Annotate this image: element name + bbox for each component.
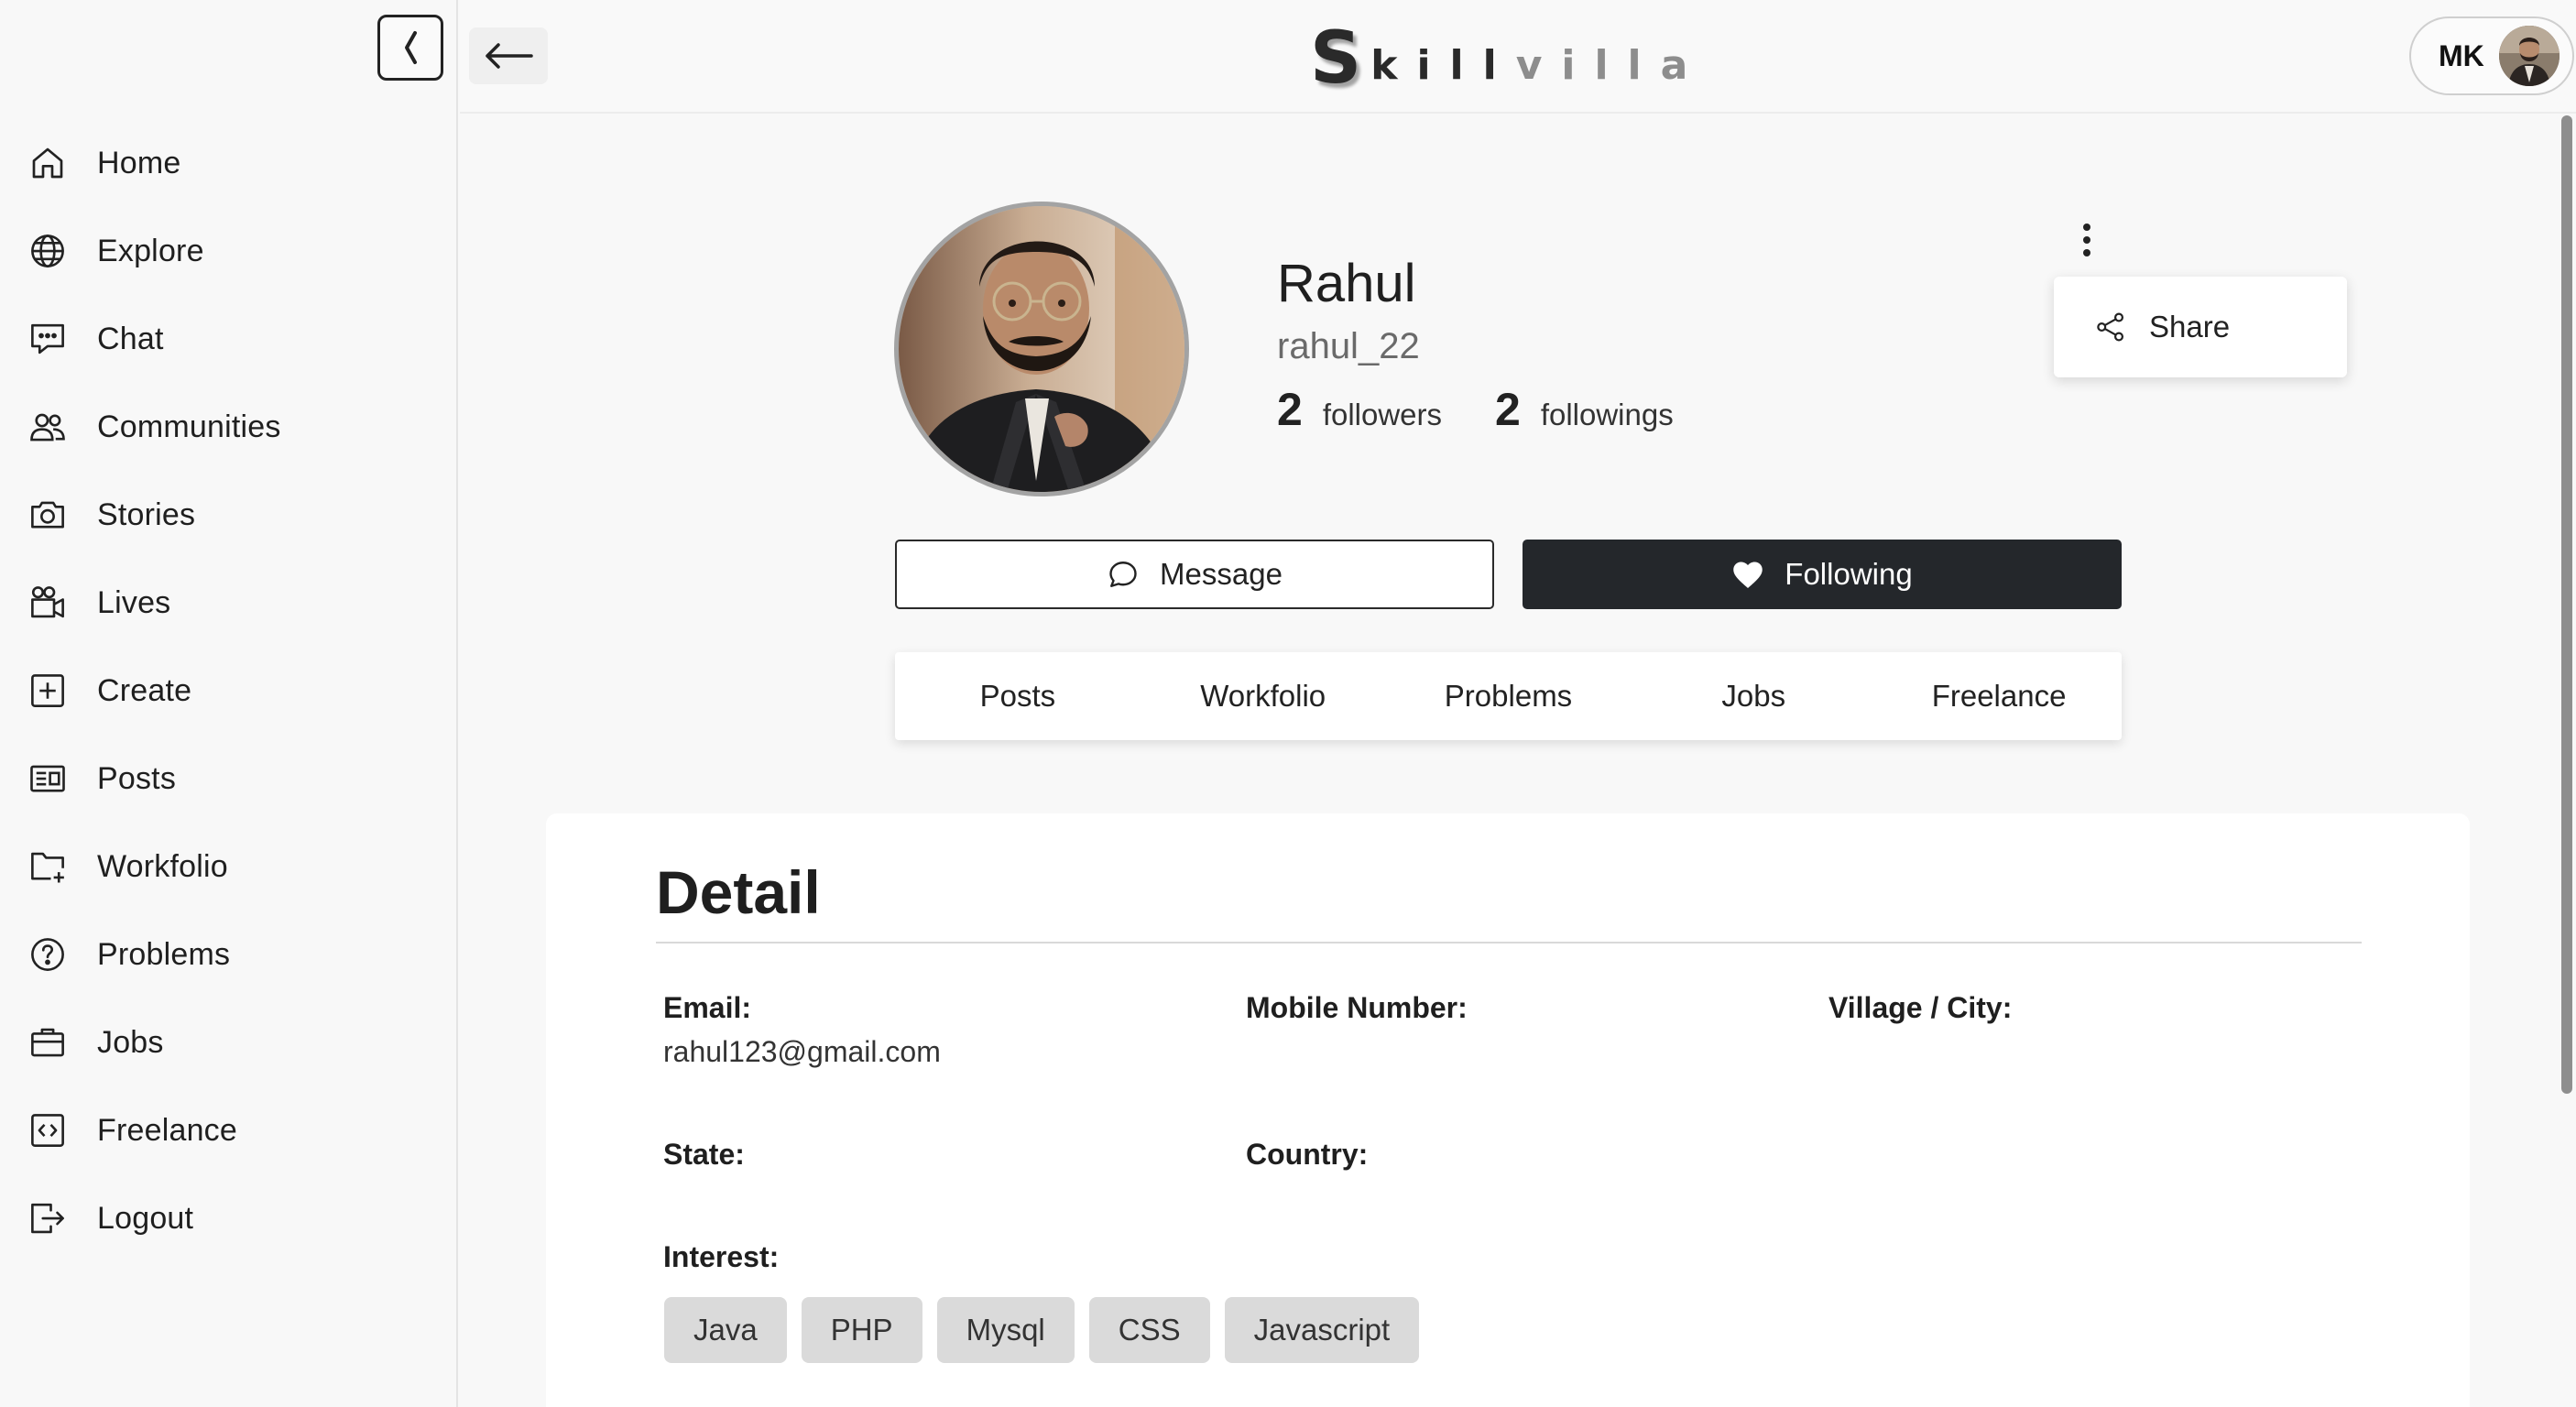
sidebar-item-label: Explore: [97, 233, 204, 268]
sidebar-item-label: Logout: [97, 1200, 194, 1236]
chat-bubble-icon: [1107, 558, 1140, 591]
users-icon: [26, 405, 70, 449]
camera-icon: [26, 493, 70, 537]
question-circle-icon: [26, 933, 70, 976]
sidebar-item-label: Workfolio: [97, 848, 228, 884]
following-button[interactable]: Following: [1523, 540, 2122, 609]
sidebar-item-label: Lives: [97, 584, 171, 620]
followings-count: 2: [1495, 384, 1521, 435]
mobile-label: Mobile Number:: [1246, 991, 1468, 1024]
skillvilla-logo[interactable]: S killvilla: [1310, 17, 1707, 100]
chevron-left-icon: [400, 29, 420, 66]
interest-label: Interest:: [663, 1240, 780, 1273]
chat-icon: [26, 317, 70, 361]
collapse-sidebar-button[interactable]: [377, 15, 443, 81]
sidebar-item-communities[interactable]: Communities: [26, 383, 429, 471]
followers-count: 2: [1277, 384, 1303, 435]
detail-card: Detail Email: rahul123@gmail.com Mobile …: [546, 813, 2470, 1407]
followings-label: followings: [1540, 398, 1674, 431]
email-label: Email:: [663, 991, 752, 1024]
following-label: Following: [1785, 557, 1913, 591]
home-icon: [26, 141, 70, 185]
tab-freelance[interactable]: Freelance: [1876, 679, 2122, 714]
sidebar-item-label: Posts: [97, 760, 177, 796]
sidebar-item-freelance[interactable]: Freelance: [26, 1086, 429, 1174]
sidebar-item-label: Jobs: [97, 1024, 164, 1060]
tab-problems[interactable]: Problems: [1386, 679, 1632, 714]
logout-icon: [26, 1196, 70, 1240]
profile-name: Rahul: [1277, 254, 1416, 313]
sidebar-item-label: Freelance: [97, 1112, 237, 1148]
logo-s: S: [1310, 17, 1362, 100]
tab-workfolio[interactable]: Workfolio: [1141, 679, 1386, 714]
sidebar-item-lives[interactable]: Lives: [26, 559, 429, 647]
sidebar-item-create[interactable]: Create: [26, 647, 429, 735]
share-menu-item[interactable]: Share: [2054, 277, 2347, 377]
email-value: rahul123@gmail.com: [663, 1035, 941, 1068]
tab-jobs[interactable]: Jobs: [1631, 679, 1876, 714]
share-icon: [2094, 311, 2127, 344]
share-label: Share: [2149, 310, 2231, 344]
sidebar-item-label: Chat: [97, 321, 164, 356]
plus-square-icon: [26, 669, 70, 713]
folder-plus-icon: [26, 845, 70, 889]
sidebar-item-stories[interactable]: Stories: [26, 471, 429, 559]
interest-chips: Java PHP Mysql CSS Javascript: [664, 1297, 1434, 1363]
sidebar: Home Explore Chat Communities Stories Li…: [0, 0, 458, 1407]
followers-stat[interactable]: 2 followers: [1277, 383, 1442, 436]
city-label: Village / City:: [1828, 991, 2013, 1024]
interest-chip: Javascript: [1224, 1297, 1420, 1363]
video-icon: [26, 581, 70, 625]
interest-chip: PHP: [801, 1297, 922, 1363]
profile-avatar: [894, 202, 1189, 496]
briefcase-icon: [26, 1020, 70, 1064]
profile-username: rahul_22: [1277, 326, 1420, 366]
more-options-icon[interactable]: [2074, 216, 2100, 264]
back-button[interactable]: [469, 27, 548, 84]
newspaper-icon: [26, 757, 70, 801]
scrollbar-thumb[interactable]: [2561, 115, 2572, 1094]
sidebar-item-chat[interactable]: Chat: [26, 295, 429, 383]
arrow-left-icon: [484, 42, 533, 70]
sidebar-item-jobs[interactable]: Jobs: [26, 998, 429, 1086]
sidebar-item-label: Home: [97, 145, 181, 180]
sidebar-item-problems[interactable]: Problems: [26, 911, 429, 998]
sidebar-item-label: Create: [97, 672, 192, 708]
logo-wordmark: killvilla: [1370, 40, 1707, 92]
detail-title: Detail: [656, 858, 821, 926]
sidebar-nav: Home Explore Chat Communities Stories Li…: [26, 119, 429, 1262]
logo-light-part: villa: [1515, 42, 1708, 89]
sidebar-item-label: Problems: [97, 936, 231, 972]
sidebar-item-home[interactable]: Home: [26, 119, 429, 207]
sidebar-item-explore[interactable]: Explore: [26, 207, 429, 295]
followings-stat[interactable]: 2 followings: [1495, 383, 1674, 436]
user-initials: MK: [2439, 38, 2484, 72]
profile-tabs: Posts Workfolio Problems Jobs Freelance: [895, 652, 2122, 740]
sidebar-item-posts[interactable]: Posts: [26, 735, 429, 823]
interest-chip: CSS: [1088, 1297, 1210, 1363]
top-bar: S killvilla MK: [460, 0, 2576, 114]
code-square-icon: [26, 1108, 70, 1152]
detail-divider: [656, 942, 2362, 943]
message-button[interactable]: Message: [895, 540, 1494, 609]
user-menu-button[interactable]: MK: [2409, 16, 2574, 95]
interest-chip: Java: [664, 1297, 787, 1363]
interest-chip: Mysql: [936, 1297, 1075, 1363]
heart-icon: [1731, 559, 1764, 590]
sidebar-item-logout[interactable]: Logout: [26, 1174, 429, 1262]
sidebar-item-label: Stories: [97, 496, 196, 532]
state-label: State:: [663, 1138, 745, 1171]
user-avatar: [2498, 26, 2560, 86]
country-label: Country:: [1246, 1138, 1369, 1171]
message-label: Message: [1160, 557, 1283, 591]
followers-label: followers: [1322, 398, 1443, 431]
globe-icon: [26, 229, 70, 273]
sidebar-item-workfolio[interactable]: Workfolio: [26, 823, 429, 911]
tab-posts[interactable]: Posts: [895, 679, 1141, 714]
logo-dark-part: kill: [1370, 42, 1516, 89]
sidebar-item-label: Communities: [97, 409, 281, 444]
